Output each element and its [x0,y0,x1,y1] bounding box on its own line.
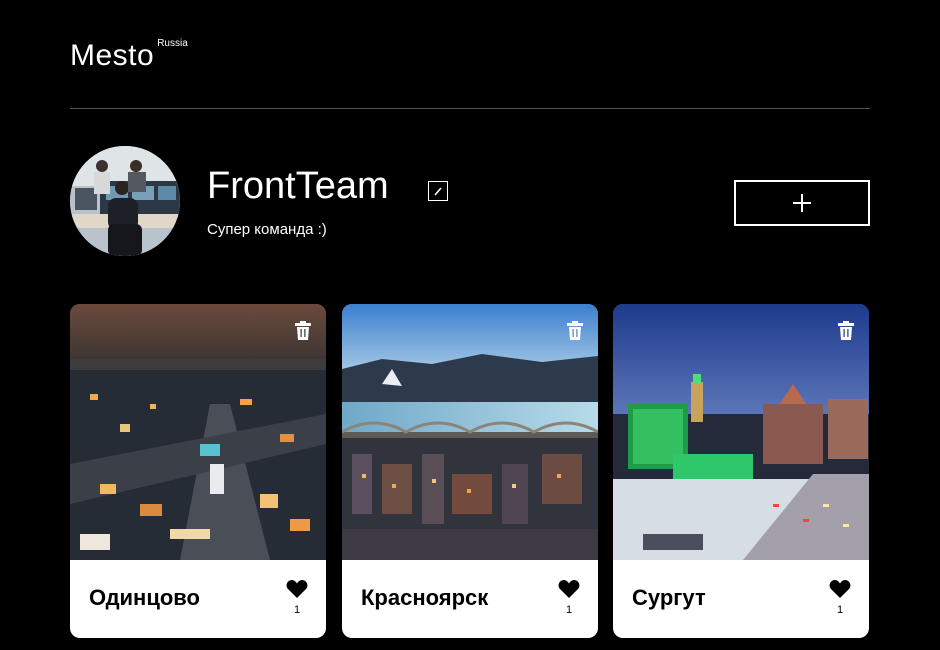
logo-text: Mesto [70,39,155,72]
card-image[interactable] [342,304,598,560]
avatar[interactable] [70,146,180,256]
profile-name: FrontTeam [207,165,389,207]
logo-subtitle: Russia [157,38,188,49]
profile: FrontTeam Супер команда :) [70,146,870,256]
card-title: Сургут [632,585,706,610]
card-title: Одинцово [89,585,200,610]
like-button[interactable] [558,579,580,599]
card-image[interactable] [613,304,869,560]
heart-icon [558,580,580,598]
trash-icon [838,321,854,340]
delete-card-button[interactable] [566,321,584,340]
page-header: Mesto Russia [70,36,870,110]
card: Одинцово 1 [70,304,326,638]
pencil-icon [434,187,442,196]
card-image[interactable] [70,304,326,560]
card: Красноярск 1 [342,304,598,638]
card: Сургут 1 [613,304,869,638]
heart-icon [286,580,308,598]
heart-icon [829,580,851,598]
like-button[interactable] [286,579,308,599]
plus-icon [793,194,811,212]
like-count: 1 [836,604,844,616]
card-title: Красноярск [361,585,489,610]
like-button[interactable] [829,579,851,599]
avatar-photo [70,146,180,256]
delete-card-button[interactable] [837,321,855,340]
header-divider [70,108,870,109]
edit-profile-button[interactable] [428,181,448,201]
trash-icon [295,321,311,340]
delete-card-button[interactable] [294,321,312,340]
add-card-button[interactable] [734,180,870,226]
logo[interactable]: Mesto Russia [70,36,188,76]
profile-about: Супер команда :) [207,221,327,238]
trash-icon [567,321,583,340]
like-count: 1 [565,604,573,616]
like-count: 1 [293,604,301,616]
